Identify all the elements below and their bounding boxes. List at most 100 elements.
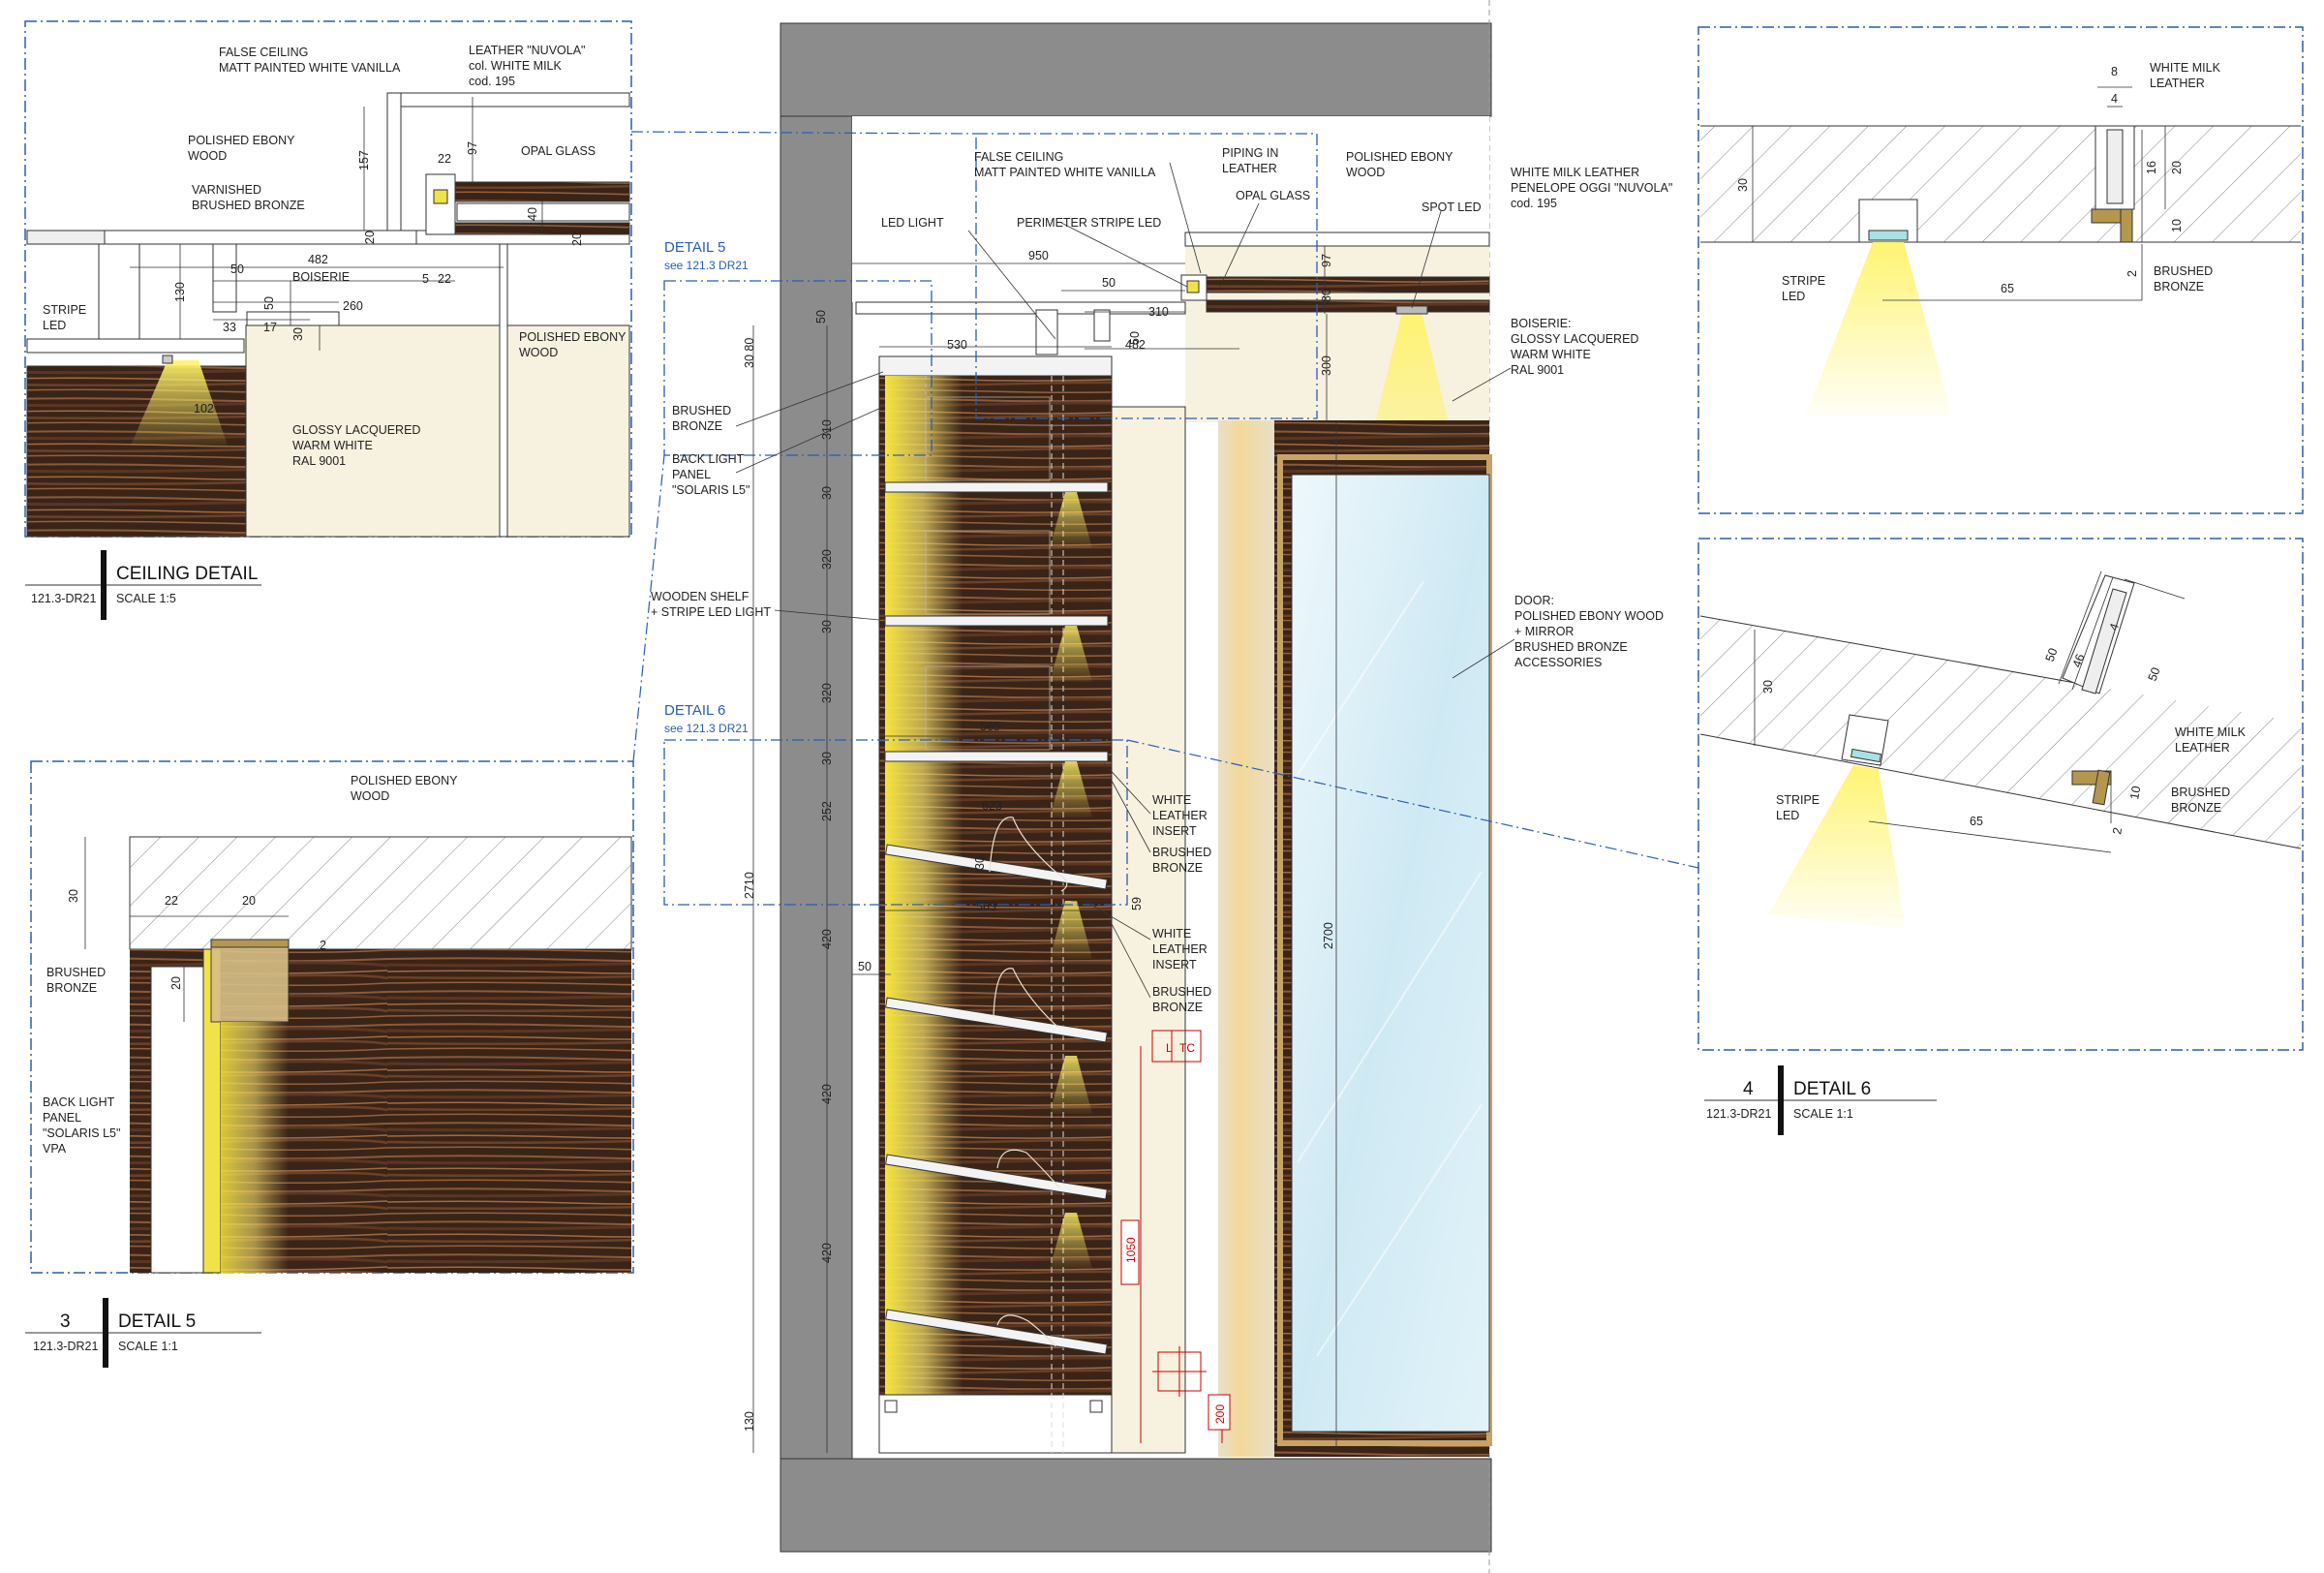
elev-wl2-label-2: LEATHER [1152, 942, 1208, 956]
elev-wl-label-3: INSERT [1152, 824, 1197, 838]
ceiling-detail-ref: 121.3-DR21 [31, 592, 96, 605]
elev-dim-482: 482 [1125, 338, 1146, 352]
elev-dim-420c: 420 [820, 1243, 834, 1263]
ceiling-polished-ebony-b-label-2: WOOD [519, 346, 558, 359]
elev-dim-310v: 310 [820, 419, 834, 440]
ceiling-polished-ebony-b-label-1: POLISHED EBONY [519, 330, 627, 344]
elev-polished-label-2: WOOD [1346, 166, 1385, 179]
d6t-dim-2: 2 [2125, 270, 2139, 277]
elev-dim-50c: 50 [814, 310, 828, 324]
elev-shelf-label-2: + STRIPE LED LIGHT [651, 605, 771, 619]
d6t-stripe-label-1: STRIPE [1782, 274, 1825, 288]
d6-ref: 121.3-DR21 [1706, 1107, 1771, 1121]
ceiling-detail-scale: SCALE 1:5 [116, 592, 176, 605]
ceiling-dim-22b: 22 [438, 272, 451, 286]
ceiling-dim-30: 30 [291, 327, 305, 341]
elev-dim-2700: 2700 [1322, 922, 1335, 949]
elev-brushed-label-2: BRONZE [672, 419, 722, 433]
elev-l-tag: L [1166, 1041, 1173, 1055]
ceiling-dim-20b: 20 [570, 232, 584, 246]
elev-dim-420a: 420 [820, 929, 834, 949]
elev-dim-80: 80 [1320, 289, 1333, 302]
d5-back-label-1: BACK LIGHT [43, 1095, 115, 1109]
detail5-view: POLISHED EBONY WOOD BRUSHED BRONZE BACK … [25, 760, 634, 1368]
ceiling-dim-22a: 22 [438, 152, 451, 166]
d6t-dim-65: 65 [2001, 282, 2014, 295]
elev-dim-320b: 320 [820, 683, 834, 703]
d6b-dim-65: 65 [1970, 815, 1983, 828]
ceiling-dim-260: 260 [343, 299, 363, 313]
elev-bois-label-4: RAL 9001 [1511, 363, 1564, 377]
elev-dim-30s: 30 [973, 856, 987, 870]
d5-title: DETAIL 5 [118, 1311, 196, 1332]
d5-back-label-4: VPA [43, 1142, 67, 1156]
elev-polished-label-1: POLISHED EBONY [1346, 150, 1453, 164]
elev-door-label-3: + MIRROR [1514, 625, 1574, 638]
ceiling-detail-view: FALSE CEILING MATT PAINTED WHITE VANILLA… [24, 20, 632, 620]
ceiling-dim-20a: 20 [363, 231, 377, 244]
elev-dim-1050: 1050 [1124, 1237, 1138, 1263]
elev-dim-130: 130 [743, 1411, 756, 1432]
elev-dim-252: 252 [820, 801, 834, 821]
d5-dim-20b: 20 [169, 976, 183, 990]
elev-dim-97: 97 [1320, 254, 1333, 267]
elev-wl2-label-1: WHITE [1152, 927, 1191, 941]
d6t-bronze-label-1: BRUSHED [2154, 264, 2213, 278]
d6t-dim-16: 16 [2145, 161, 2158, 174]
elev-false-label-1: FALSE CEILING [974, 150, 1063, 164]
d5-dim-20a: 20 [242, 894, 256, 908]
elev-door-label-2: POLISHED EBONY WOOD [1514, 609, 1664, 623]
elev-dim-3080: 30 80 [743, 338, 756, 368]
elev-door-label-4: BRUSHED BRONZE [1514, 640, 1628, 654]
elev-dim-563: 563 [976, 900, 996, 913]
ceiling-dim-50b: 50 [262, 296, 276, 310]
elev-milk-label-2: PENELOPE OGGI "NUVOLA" [1511, 181, 1672, 195]
elev-dim-310: 310 [1148, 305, 1169, 319]
ceiling-dim-97: 97 [466, 141, 479, 155]
ceiling-polished-ebony-label-2: WOOD [188, 149, 227, 163]
detail5-tag[interactable]: DETAIL 5 [664, 239, 725, 256]
d6t-dim-8: 8 [2111, 65, 2118, 78]
elev-dim-565: 565 [980, 720, 1000, 733]
elev-dim-59: 59 [1130, 897, 1144, 910]
ceiling-dim-17: 17 [263, 321, 277, 334]
ceiling-glossy-label-1: GLOSSY LACQUERED [292, 423, 420, 437]
elev-opal-label: OPAL GLASS [1236, 189, 1310, 202]
elev-bois-label-1: BOISERIE: [1511, 317, 1572, 330]
elev-bois-label-2: GLOSSY LACQUERED [1511, 332, 1638, 346]
detail6-tag[interactable]: DETAIL 6 [664, 702, 725, 719]
elev-spot-label: SPOT LED [1422, 200, 1482, 214]
elev-dim-950: 950 [1028, 249, 1049, 262]
d6t-milk-label-1: WHITE MILK [2150, 61, 2221, 75]
ceiling-dim-50a: 50 [230, 262, 244, 276]
ceiling-dim-130: 130 [173, 282, 187, 302]
d6b-dim-10: 10 [2127, 785, 2143, 800]
elev-piping-label-1: PIPING IN [1222, 146, 1278, 160]
elev-brushed-label-1: BRUSHED [672, 404, 731, 417]
ceiling-polished-ebony-label-1: POLISHED EBONY [188, 134, 295, 147]
ceiling-leather-label-1: LEATHER "NUVOLA" [469, 44, 585, 57]
d5-bronze-label-2: BRONZE [46, 981, 97, 995]
elev-back-label-2: PANEL [672, 468, 711, 481]
d6b-dim-30: 30 [1761, 680, 1775, 694]
elev-back-label-3: "SOLARIS L5" [672, 483, 749, 497]
ceiling-stripe-label-2: LED [43, 319, 66, 332]
ceiling-glossy-label-2: WARM WHITE [292, 439, 373, 452]
elev-dim-300: 300 [1320, 355, 1333, 376]
elev-false-label-2: MATT PAINTED WHITE VANILLA [974, 166, 1156, 179]
ceiling-stripe-label-1: STRIPE [43, 303, 86, 317]
elev-dim-420b: 420 [820, 1084, 834, 1104]
elev-dim-30c: 30 [820, 752, 834, 765]
ceiling-dim-40: 40 [526, 207, 539, 221]
d6b-stripe-label-1: STRIPE [1776, 793, 1819, 807]
detail6-bottom-view: WHITE MILK LEATHER STRIPE LED BRUSHED BR… [1697, 538, 2304, 1135]
d6t-dim-10: 10 [2170, 219, 2184, 232]
wardrobe-elevation-view: FALSE CEILING MATT PAINTED WHITE VANILLA… [630, 0, 1699, 1573]
detail6-tag-ref: see 121.3 DR21 [664, 722, 749, 735]
elev-dim-30a: 30 [820, 486, 834, 500]
ceiling-dim-33: 33 [223, 321, 236, 334]
elev-wl2-label-3: INSERT [1152, 958, 1197, 972]
d6b-milk-label-1: WHITE MILK [2175, 725, 2247, 739]
d6-scale: SCALE 1:1 [1793, 1107, 1853, 1121]
d5-bronze-label-1: BRUSHED [46, 966, 106, 979]
